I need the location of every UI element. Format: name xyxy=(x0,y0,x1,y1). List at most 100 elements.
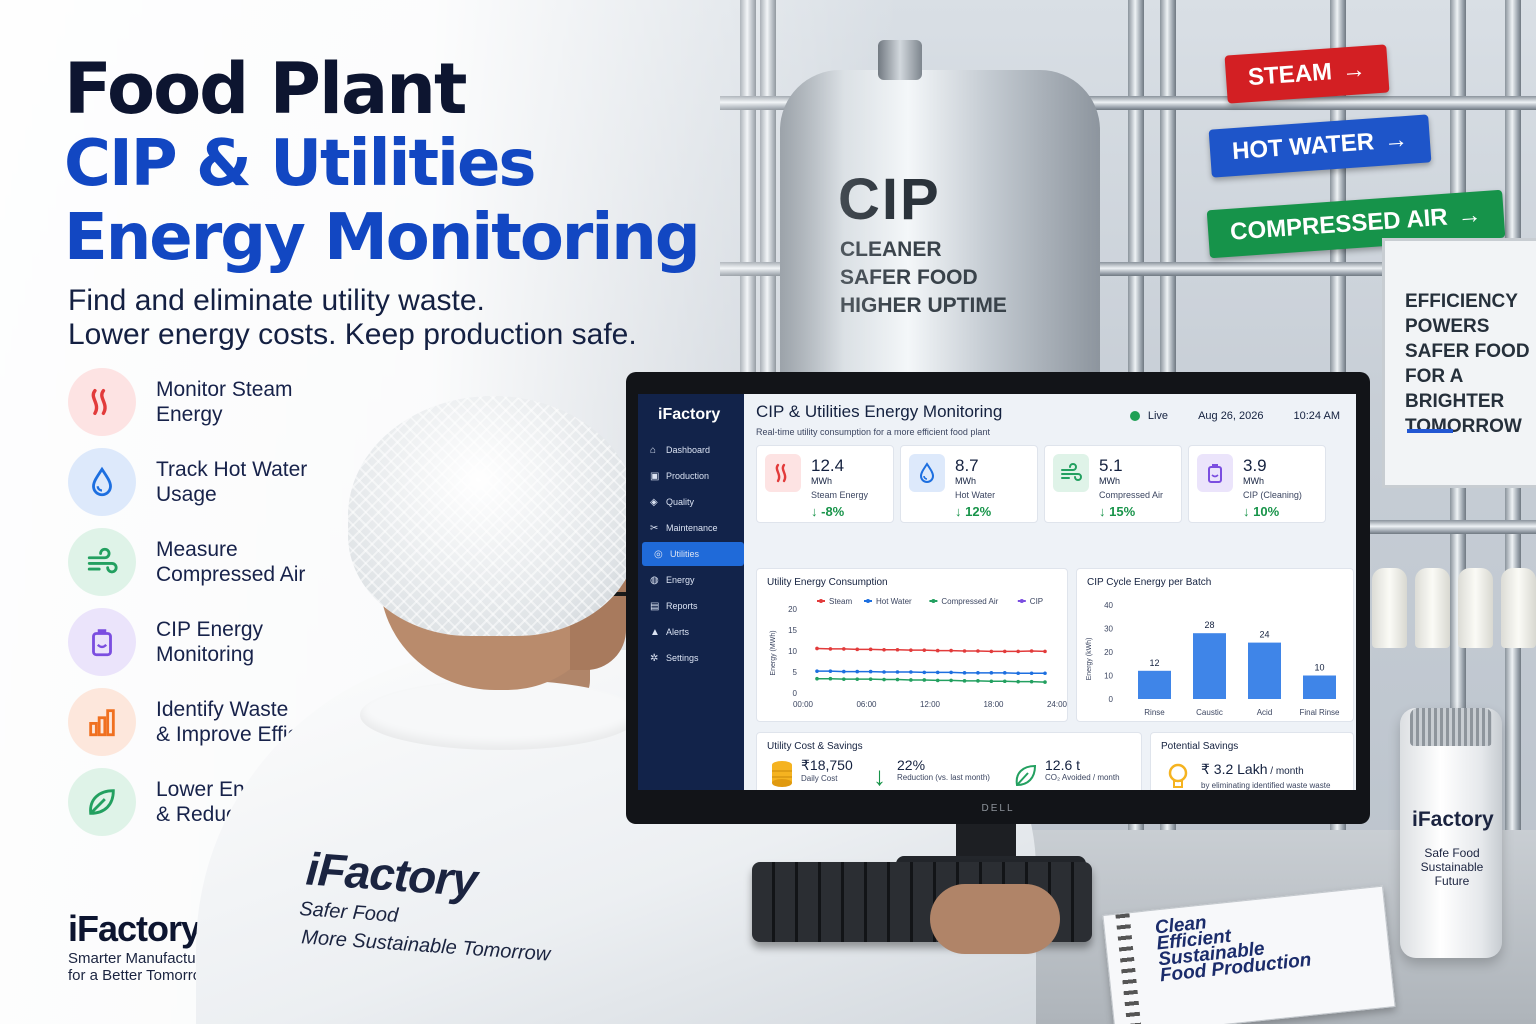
sidebar-item-label: Settings xyxy=(666,653,699,663)
leaf-icon xyxy=(1013,763,1037,790)
bottle-cap xyxy=(1410,708,1492,746)
utility-energy-chart-panel[interactable]: Utility Energy Consumption Steam Hot Wate… xyxy=(756,568,1068,722)
sidebar-item-reports[interactable]: ▤ Reports xyxy=(638,594,744,618)
kpi-label: CIP (Cleaning) xyxy=(1243,490,1302,500)
bar xyxy=(1303,675,1336,699)
milk-bottles xyxy=(1372,568,1536,648)
bar-chart-icon xyxy=(68,688,136,756)
reduction: 22% Reduction (vs. last month) xyxy=(897,757,990,782)
data-label: 10 xyxy=(1314,663,1324,673)
wrench-icon: ✂ xyxy=(650,522,659,534)
y-tick-label: 40 xyxy=(1104,601,1113,610)
x-tick-label: 12:00 xyxy=(920,700,941,709)
data-point xyxy=(922,670,927,675)
data-point xyxy=(815,646,819,651)
feature-line: Monitor Steam xyxy=(156,378,293,401)
x-tick-label: 18:00 xyxy=(983,700,1004,709)
gear-icon: ✲ xyxy=(650,652,659,664)
data-point xyxy=(989,679,994,684)
kpi-value: 5.1 xyxy=(1099,456,1123,475)
legend-marker xyxy=(866,599,870,603)
worker-hand xyxy=(930,884,1060,954)
kpi-card[interactable]: 12.4 MWh Steam Energy ↓ -8% xyxy=(756,445,894,523)
data-point xyxy=(1043,671,1047,676)
savings-value: ₹ 3.2 Lakh / month xyxy=(1201,761,1304,778)
y-axis-label: Energy (MWh) xyxy=(770,630,777,675)
kpi-card[interactable]: 8.7 MWh Hot Water ↓ 12% xyxy=(900,445,1038,523)
bottle xyxy=(1372,568,1407,648)
utilities-icon: ◎ xyxy=(654,548,663,560)
sidebar-item-maintenance[interactable]: ✂ Maintenance xyxy=(638,516,744,540)
arrow-right-icon: → xyxy=(1340,55,1367,85)
cip-cycle-chart-panel[interactable]: CIP Cycle Energy per Batch 0 10 20 30 40 Ener… xyxy=(1076,568,1354,722)
kpi-unit: MWh xyxy=(1243,476,1264,486)
sidebar-item-production[interactable]: ▣ Production xyxy=(638,464,744,488)
potential-savings-panel[interactable]: Potential Savings ₹ 3.2 Lakh / month by … xyxy=(1150,732,1354,790)
coat-logo: iFactory Safer Food More Sustainable Tom… xyxy=(299,841,556,968)
tag-label: HOT WATER xyxy=(1231,128,1375,166)
live-label: Live xyxy=(1147,410,1169,422)
feature-line: Usage xyxy=(156,483,217,506)
kpi-card[interactable]: 3.9 MWh CIP (Cleaning) ↓ 10% xyxy=(1188,445,1326,523)
steam-icon xyxy=(765,454,801,492)
y-axis-label: Energy (kWh) xyxy=(1086,638,1093,681)
kpi-row: 12.4 MWh Steam Energy ↓ -8% 8.7 MWh Hot … xyxy=(756,445,1346,523)
report-icon: ▤ xyxy=(650,600,660,612)
data-point xyxy=(976,679,980,683)
data-point xyxy=(1016,649,1020,654)
headline-line-1: Food Plant xyxy=(64,48,467,130)
kpi-value: 8.7 xyxy=(955,456,979,475)
legend-marker xyxy=(1019,599,1024,603)
co2-avoided: 12.6 t CO₂ Avoided / month xyxy=(1045,757,1120,782)
data-point xyxy=(895,647,900,652)
water-drop-icon xyxy=(909,454,945,492)
sidebar-item-alerts[interactable]: ▲ Alerts xyxy=(638,620,744,644)
cost-savings-panel[interactable]: Utility Cost & Savings ₹18,750 Daily Cos… xyxy=(756,732,1142,790)
kpi-card[interactable]: 5.1 MWh Compressed Air ↓ 15% xyxy=(1044,445,1182,523)
wind-icon xyxy=(68,528,136,596)
legend-marker xyxy=(819,599,823,603)
data-label: 12 xyxy=(1149,658,1159,668)
data-point xyxy=(855,647,860,652)
x-tick-label: Caustic xyxy=(1196,708,1223,717)
kpi-label: Steam Energy xyxy=(811,490,869,500)
bottle-line: Sustainable Future xyxy=(1420,860,1484,888)
legend-item: Steam xyxy=(817,597,852,606)
data-point xyxy=(828,669,833,673)
data-point xyxy=(882,670,886,674)
dashboard-screen: iFactory ⌂ Dashboard ▣ Production ◈ Quality ✂ M… xyxy=(638,394,1356,790)
reduction-label: Reduction (vs. last month) xyxy=(897,773,990,782)
data-point xyxy=(842,647,846,651)
kpi-change: ↓ 10% xyxy=(1243,504,1280,519)
sidebar-item-settings[interactable]: ✲ Settings xyxy=(638,646,744,670)
sidebar-item-energy[interactable]: ◍ Energy xyxy=(638,568,744,592)
notebook-spiral xyxy=(1115,913,1142,1024)
sidebar-item-quality[interactable]: ◈ Quality xyxy=(638,490,744,514)
data-point xyxy=(895,670,900,674)
cip-tank-icon xyxy=(1197,454,1233,492)
savings-description: by eliminating identified waste waste xyxy=(1201,781,1331,790)
kpi-change: ↓ 15% xyxy=(1099,504,1136,519)
data-point xyxy=(868,677,873,681)
sidebar-item-label: Dashboard xyxy=(666,445,711,455)
bar xyxy=(1193,633,1226,699)
sidebar-item-dashboard[interactable]: ⌂ Dashboard xyxy=(638,438,744,462)
data-point xyxy=(935,670,940,675)
data-point xyxy=(935,678,940,683)
sign-line: POWERS xyxy=(1405,316,1490,337)
y-tick-label: 20 xyxy=(1104,648,1113,657)
data-point xyxy=(1029,671,1034,676)
utility-energy-line-chart: Steam Hot Water Compressed Air CIP 0 5 10 15 20 E… xyxy=(770,597,1068,709)
legend-marker xyxy=(931,599,936,603)
feature-label: Monitor Steam Energy xyxy=(156,377,396,427)
sign-line: SAFER FOOD xyxy=(1405,341,1530,362)
status-bar: Live Aug 26, 2026 10:24 AM xyxy=(1129,410,1340,422)
water-drop-icon xyxy=(68,448,136,516)
sidebar-item-utilities[interactable]: ◎ Utilities xyxy=(642,542,744,566)
legend-label: Steam xyxy=(829,597,852,606)
time-label: 10:24 AM xyxy=(1293,410,1340,422)
factory-icon: ▣ xyxy=(650,470,660,482)
steam-pipe-tag: STEAM → xyxy=(1224,44,1390,104)
sign-line: FOR A BRIGHTER xyxy=(1405,366,1505,412)
data-point xyxy=(949,678,953,683)
